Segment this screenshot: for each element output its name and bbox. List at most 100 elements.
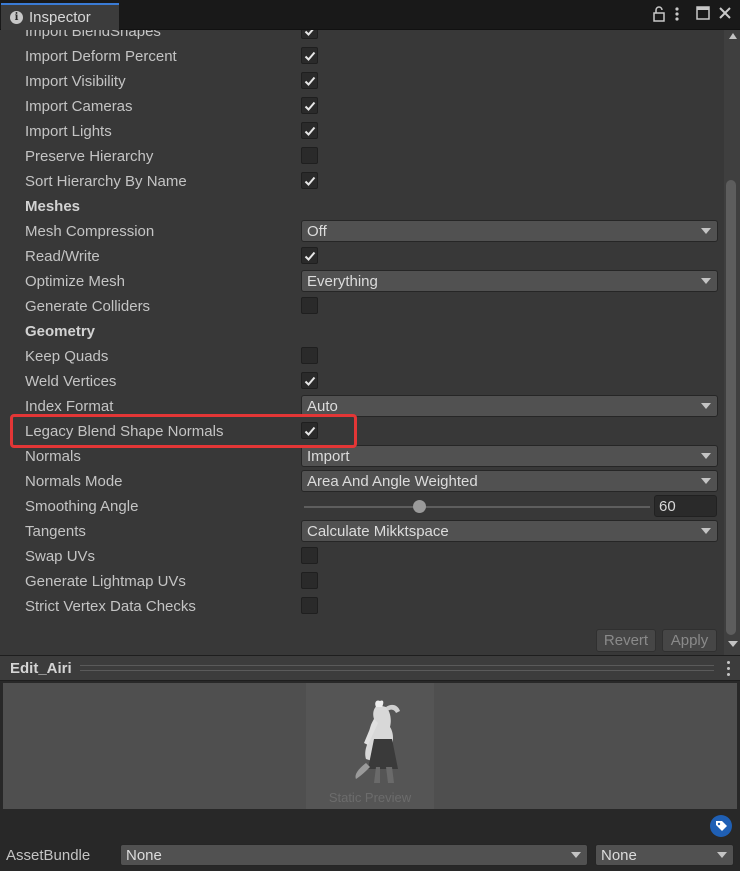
setting-row-import-deform-percent: Import Deform Percent <box>0 45 724 70</box>
chevron-down-icon <box>701 528 711 534</box>
kebab-icon[interactable] <box>674 6 688 22</box>
setting-row-swap-uvs: Swap UVs <box>0 545 724 570</box>
setting-label: Swap UVs <box>25 548 96 565</box>
import-deform-percent-checkbox[interactable] <box>301 47 318 64</box>
chevron-down-icon <box>717 852 727 858</box>
strict-vertex-data-checks-checkbox[interactable] <box>301 597 318 614</box>
assetbundle-name-dropdown[interactable]: None <box>120 844 588 866</box>
dropdown-value: Area And Angle Weighted <box>307 473 478 490</box>
setting-row-preserve-hierarchy: Preserve Hierarchy <box>0 145 724 170</box>
setting-row-normals: Normals Import <box>0 445 724 470</box>
inspector-content: Import BlendShapes Import Deform Percent I… <box>0 30 740 655</box>
setting-row-tangents: Tangents Calculate Mikktspace <box>0 520 724 545</box>
lock-icon[interactable] <box>652 6 666 22</box>
swap-uvs-checkbox[interactable] <box>301 547 318 564</box>
preview-title: Edit_Airi <box>10 660 72 677</box>
revert-button[interactable]: Revert <box>596 629 656 652</box>
preserve-hierarchy-checkbox[interactable] <box>301 147 318 164</box>
setting-label: Strict Vertex Data Checks <box>25 598 196 615</box>
setting-row-read-write: Read/Write <box>0 245 724 270</box>
setting-row-smoothing-angle: Smoothing Angle 60 <box>0 495 724 520</box>
assetbundle-variant-value: None <box>601 847 637 864</box>
checkmark-icon <box>304 30 314 36</box>
chevron-down-icon <box>571 852 581 858</box>
checkmark-icon <box>304 126 316 136</box>
info-icon: i <box>10 11 23 24</box>
assetbundle-label: AssetBundle <box>6 847 91 864</box>
scroll-up-icon[interactable] <box>729 33 737 39</box>
setting-label: Import Deform Percent <box>25 48 177 65</box>
scroll-down-icon[interactable] <box>728 641 738 647</box>
setting-label: Index Format <box>25 398 114 415</box>
window-controls <box>652 6 732 22</box>
setting-row-import-blendshapes: Import BlendShapes <box>0 30 724 45</box>
assetbundle-variant-dropdown[interactable]: None <box>595 844 734 866</box>
setting-row-mesh-compression: Mesh Compression Off <box>0 220 724 245</box>
setting-label: Import Lights <box>25 123 112 140</box>
preview-area: Static Preview <box>0 681 740 811</box>
window-titlebar: i Inspector <box>0 0 740 30</box>
tab-inspector[interactable]: i Inspector <box>1 3 119 30</box>
sort-hierarchy-by-name-checkbox[interactable] <box>301 172 318 189</box>
setting-label: Generate Lightmap UVs <box>25 573 186 590</box>
smoothing-angle-slider[interactable] <box>304 506 650 508</box>
preview-header[interactable]: Edit_Airi <box>0 655 740 681</box>
setting-label: Tangents <box>25 523 86 540</box>
maximize-icon[interactable] <box>696 6 710 22</box>
drag-handle[interactable] <box>80 665 714 671</box>
setting-label: Optimize Mesh <box>25 273 126 290</box>
setting-row-strict-vertex-data-checks: Strict Vertex Data Checks <box>0 595 724 620</box>
import-lights-checkbox[interactable] <box>301 122 318 139</box>
setting-label: Import BlendShapes <box>25 30 161 40</box>
setting-label: Import Visibility <box>25 73 126 90</box>
setting-label: Preserve Hierarchy <box>25 148 154 165</box>
checkmark-icon <box>304 51 316 61</box>
import-visibility-checkbox[interactable] <box>301 72 318 89</box>
setting-label: Weld Vertices <box>25 373 117 390</box>
chevron-down-icon <box>701 403 711 409</box>
setting-row-import-lights: Import Lights <box>0 120 724 145</box>
highlight-box <box>10 414 357 448</box>
tangents-dropdown[interactable]: Calculate Mikktspace <box>301 520 718 542</box>
dropdown-value: Calculate Mikktspace <box>307 523 449 540</box>
setting-row-generate-lightmap-uvs: Generate Lightmap UVs <box>0 570 724 595</box>
apply-button[interactable]: Apply <box>662 629 717 652</box>
normals-dropdown[interactable]: Import <box>301 445 718 467</box>
setting-label: Smoothing Angle <box>25 498 139 515</box>
mesh-compression-dropdown[interactable]: Off <box>301 220 718 242</box>
chevron-down-icon <box>701 478 711 484</box>
import-cameras-checkbox[interactable] <box>301 97 318 114</box>
character-figure-icon <box>355 700 400 783</box>
label-tag-icon[interactable] <box>710 815 732 837</box>
chevron-down-icon <box>701 228 711 234</box>
setting-row-normals-mode: Normals Mode Area And Angle Weighted <box>0 470 724 495</box>
generate-colliders-checkbox[interactable] <box>301 297 318 314</box>
dropdown-value: Auto <box>307 398 338 415</box>
close-icon[interactable] <box>718 6 732 22</box>
keep-quads-checkbox[interactable] <box>301 347 318 364</box>
section-title: Meshes <box>25 198 81 215</box>
section-header: Meshes <box>0 195 724 220</box>
assetbundle-name-value: None <box>126 847 162 864</box>
import-blendshapes-checkbox[interactable] <box>301 30 318 39</box>
generate-lightmap-uvs-checkbox[interactable] <box>301 572 318 589</box>
chevron-down-icon <box>701 278 711 284</box>
dropdown-value: Everything <box>307 273 378 290</box>
section-header: Geometry <box>0 320 724 345</box>
smoothing-angle-input[interactable]: 60 <box>654 495 717 517</box>
slider-thumb[interactable] <box>412 500 426 513</box>
optimize-mesh-dropdown[interactable]: Everything <box>301 270 718 292</box>
preview-menu-icon[interactable] <box>727 661 731 677</box>
weld-vertices-checkbox[interactable] <box>301 372 318 389</box>
section-title: Geometry <box>25 323 96 340</box>
scroll-thumb[interactable] <box>726 180 736 635</box>
index-format-dropdown[interactable]: Auto <box>301 395 718 417</box>
chevron-down-icon <box>701 453 711 459</box>
checkmark-icon <box>304 376 316 386</box>
normals-mode-dropdown[interactable]: Area And Angle Weighted <box>301 470 718 492</box>
setting-row-weld-vertices: Weld Vertices <box>0 370 724 395</box>
checkmark-icon <box>304 176 316 186</box>
dropdown-value: Import <box>307 448 350 465</box>
setting-row-optimize-mesh: Optimize Mesh Everything <box>0 270 724 295</box>
read-write-checkbox[interactable] <box>301 247 318 264</box>
